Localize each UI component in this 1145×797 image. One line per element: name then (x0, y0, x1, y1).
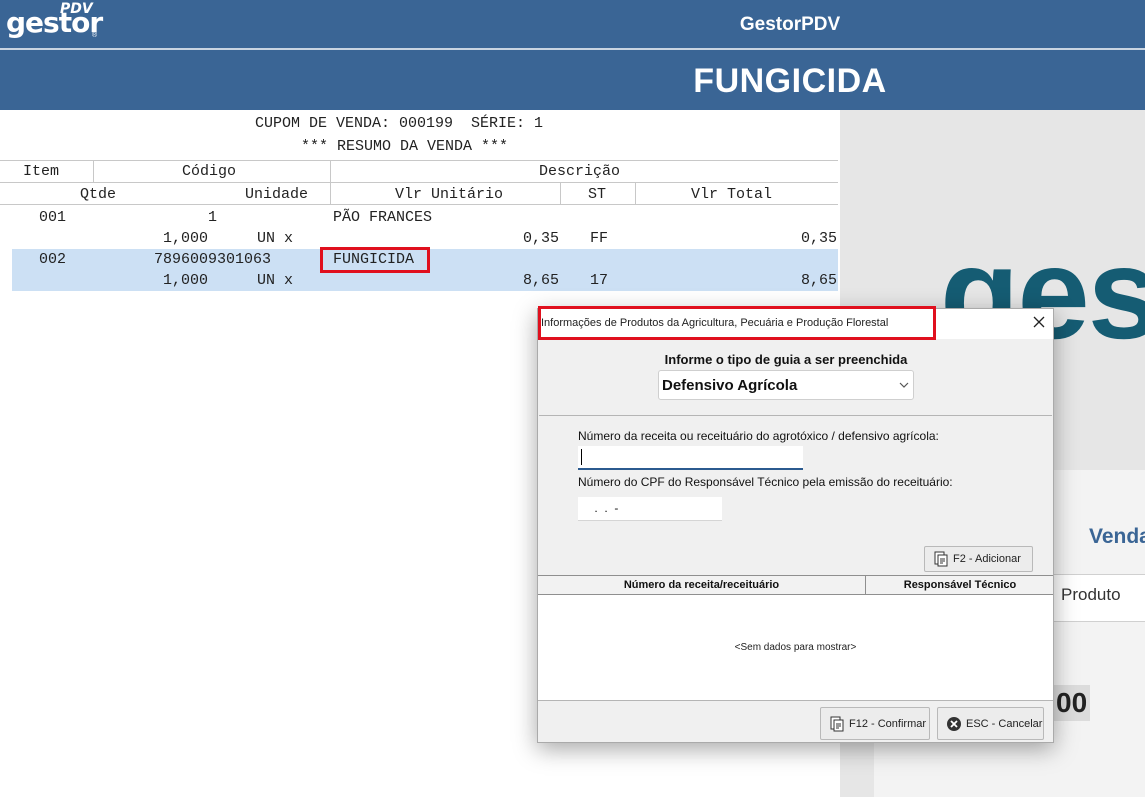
receita-number-input[interactable] (578, 446, 803, 470)
text-caret (581, 449, 582, 465)
total-value-partial: 00 (1050, 685, 1090, 721)
current-product-title: FUNGICIDA (693, 62, 887, 100)
agro-info-dialog: Informações de Produtos da Agricultura, … (537, 306, 1054, 743)
item-code: 1 (208, 209, 218, 226)
item-number: 002 (39, 251, 67, 268)
app-title: GestorPDV (739, 14, 841, 35)
add-button-label: F2 - Adicionar (953, 553, 1021, 565)
receitas-grid[interactable]: <Sem dados para mostrar> (538, 595, 1053, 701)
product-banner (0, 50, 1145, 110)
item-number: 001 (39, 209, 67, 226)
col-item-header: Item (23, 163, 60, 180)
close-icon[interactable] (1031, 314, 1047, 330)
gestor-pdv-logo: gestor PDV ® (6, 1, 103, 39)
grid-col-responsavel[interactable]: Responsável Técnico (867, 576, 1053, 594)
guide-type-select[interactable]: Defensivo Agrícola (658, 370, 914, 400)
receipt-summary-title: *** RESUMO DA VENDA *** (301, 138, 509, 155)
item-unit-price: 0,35 (523, 230, 560, 247)
add-button[interactable]: F2 - Adicionar (924, 546, 1033, 572)
col-codigo-header: Código (182, 163, 237, 180)
item-qty: 1,000 (163, 272, 209, 289)
guide-type-value: Defensivo Agrícola (662, 377, 798, 394)
cpf-mask: . . - (591, 501, 619, 515)
cpf-input[interactable]: . . - (578, 497, 722, 521)
header-rule-bottom (0, 204, 838, 205)
item-total: 8,65 (801, 272, 838, 289)
item-qty: 1,000 (163, 230, 209, 247)
item-unit: UN x (257, 230, 294, 247)
col-vlr-unitario-header: Vlr Unitário (395, 186, 504, 203)
cpf-label: Número do CPF do Responsável Técnico pel… (578, 475, 953, 489)
header-rule-mid (0, 182, 838, 183)
col-st-header: ST (588, 186, 607, 203)
registered-mark-icon: ® (92, 32, 98, 39)
item-st: FF (590, 230, 609, 247)
annotation-highlight-box (320, 247, 430, 273)
item-code: 7896009301063 (154, 251, 272, 268)
cancel-icon (947, 717, 961, 731)
item-unit: UN x (257, 272, 294, 289)
item-st: 17 (590, 272, 609, 289)
cancel-button[interactable]: ESC - Cancelar (937, 707, 1044, 740)
receita-label: Número da receita ou receituário do agro… (578, 429, 939, 443)
header-col-sep (560, 182, 561, 204)
col-unidade-header: Unidade (245, 186, 309, 203)
receipt-coupon-line: CUPOM DE VENDA: 000199 SÉRIE: 1 (255, 115, 544, 132)
col-descricao-header: Descrição (539, 163, 621, 180)
grid-col-receita[interactable]: Número da receita/receituário (538, 576, 866, 594)
item-description: PÃO FRANCES (333, 209, 433, 226)
add-document-icon (934, 551, 948, 567)
cancel-button-label: ESC - Cancelar (966, 718, 1043, 730)
grid-empty-message: <Sem dados para mostrar> (734, 642, 857, 653)
confirm-button-label: F12 - Confirmar (849, 718, 927, 730)
confirm-document-icon (830, 716, 844, 732)
dialog-separator (539, 415, 1052, 416)
header-col-sep (635, 182, 636, 204)
produto-label: Produto (1061, 585, 1121, 604)
header-rule-top (0, 160, 838, 161)
col-vlr-total-header: Vlr Total (691, 186, 773, 203)
header-col-sep (93, 160, 94, 182)
item-unit-price: 8,65 (523, 272, 560, 289)
guide-type-label: Informe o tipo de guia a ser preenchida (664, 352, 908, 367)
venda-label: Venda (1089, 525, 1145, 548)
chevron-down-icon (899, 382, 909, 388)
item-total: 0,35 (801, 230, 838, 247)
annotation-highlight-box (538, 306, 936, 340)
confirm-button[interactable]: F12 - Confirmar (820, 707, 930, 740)
col-qtde-header: Qtde (80, 186, 117, 203)
top-bar (0, 0, 1145, 48)
receitas-grid-header: Número da receita/receituário Responsáve… (538, 575, 1053, 595)
logo-pdv-text: PDV (60, 1, 93, 17)
